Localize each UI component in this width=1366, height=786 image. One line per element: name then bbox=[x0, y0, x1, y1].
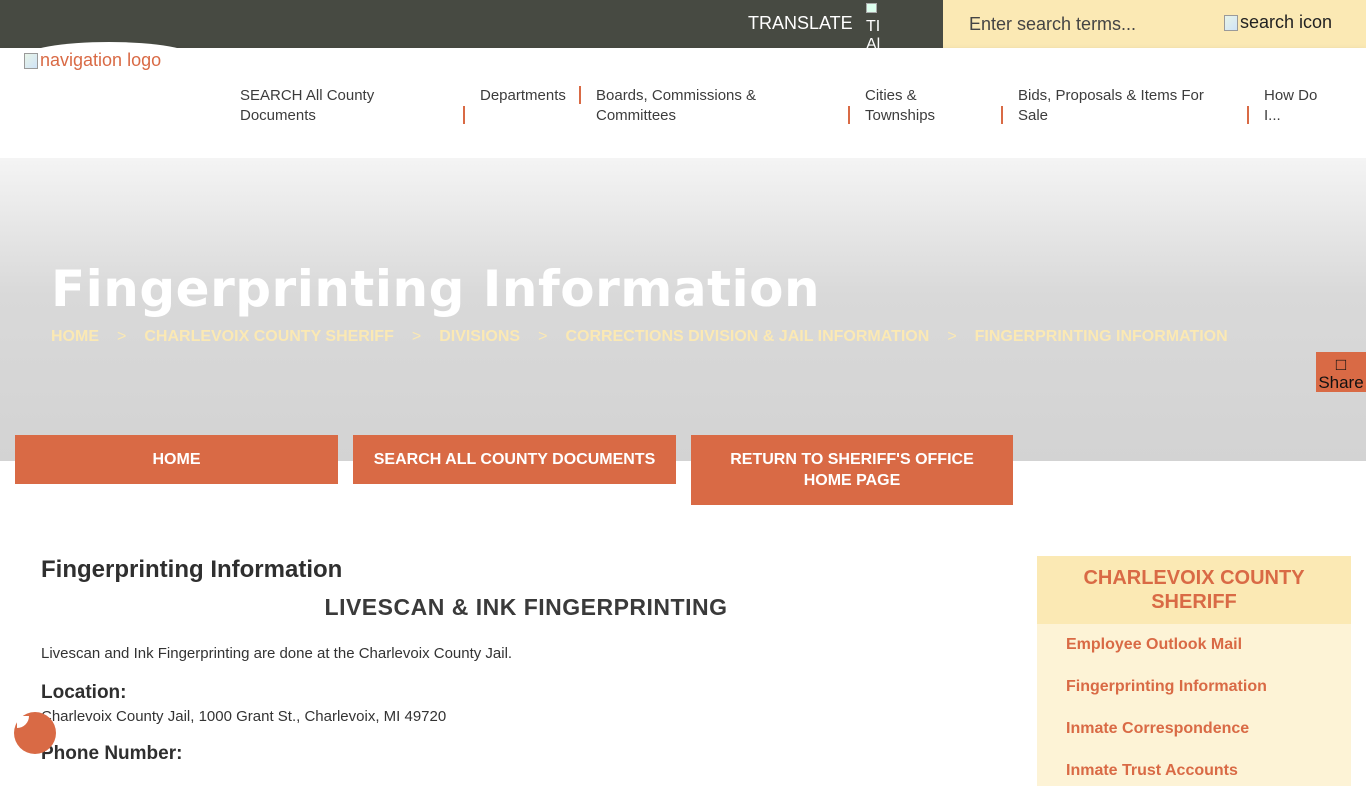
breadcrumb-separator: > bbox=[538, 328, 548, 345]
breadcrumb-separator: > bbox=[117, 328, 127, 345]
breadcrumb-separator: > bbox=[411, 328, 422, 345]
nav-item-label: SEARCH All County bbox=[240, 87, 375, 104]
nav-item-departments[interactable]: Departments bbox=[480, 86, 566, 106]
breadcrumb-current: FINGERPRINTING INFORMATION bbox=[974, 328, 1228, 345]
broken-image-icon bbox=[866, 3, 877, 13]
nav-item-label: How Do bbox=[1264, 87, 1318, 104]
content-heading: Fingerprinting Information bbox=[41, 556, 343, 583]
sidebar-heading-line: CHARLEVOIX COUNTY bbox=[1083, 567, 1305, 589]
nav-separator bbox=[848, 106, 850, 124]
return-sheriff-label: HOME PAGE bbox=[803, 472, 901, 489]
nav-separator bbox=[579, 86, 581, 104]
breadcrumb-home[interactable]: HOME bbox=[51, 328, 99, 346]
nav-item-boards[interactable]: Boards, Commissions & Committees bbox=[596, 86, 756, 126]
search-button[interactable]: search icon bbox=[1224, 12, 1332, 33]
nav-item-label: Documents bbox=[240, 107, 316, 124]
location-label: Location: bbox=[41, 682, 127, 703]
return-sheriff-label: RETURN TO SHERIFF'S OFFICE bbox=[730, 451, 974, 468]
top-bar: TRANSLATE TI Al bbox=[0, 0, 943, 48]
phone-label: Phone Number: bbox=[41, 743, 183, 764]
return-sheriff-button[interactable]: RETURN TO SHERIFF'S OFFICE HOME PAGE bbox=[691, 435, 1013, 505]
sidebar-item-fingerprinting[interactable]: Fingerprinting Information bbox=[1066, 678, 1267, 696]
sidebar-heading[interactable]: CHARLEVOIX COUNTY SHERIFF bbox=[1037, 556, 1351, 624]
nav-separator bbox=[1247, 106, 1249, 124]
nav-item-bids[interactable]: Bids, Proposals & Items For Sale bbox=[1018, 86, 1204, 126]
nav-item-cities[interactable]: Cities & Townships bbox=[865, 86, 935, 126]
breadcrumb-separator: > bbox=[947, 328, 957, 345]
accessibility-button[interactable] bbox=[14, 712, 56, 754]
breadcrumb-sheriff[interactable]: CHARLEVOIX COUNTY SHERIFF bbox=[144, 328, 394, 346]
main-content: Fingerprinting Information LIVESCAN & IN… bbox=[41, 556, 1011, 765]
translate-icon[interactable]: TI Al bbox=[866, 0, 884, 48]
search-bar: search icon bbox=[943, 0, 1366, 48]
translate-icon-alt: TI Al bbox=[866, 18, 881, 48]
breadcrumb-corrections[interactable]: CORRECTIONS DIVISION & JAIL INFORMATION bbox=[565, 328, 929, 346]
main-navigation: navigation logo SEARCH All County Docume… bbox=[0, 42, 1366, 158]
search-button-alt: search icon bbox=[1240, 12, 1333, 32]
share-label: Share bbox=[1318, 373, 1364, 392]
share-icon: □ bbox=[1335, 355, 1347, 374]
nav-item-how-do-i[interactable]: How Do I... bbox=[1264, 86, 1317, 126]
hero-banner: Fingerprinting Information HOME > CHARLE… bbox=[0, 158, 1366, 461]
search-input[interactable] bbox=[969, 10, 1229, 38]
accessibility-icon bbox=[17, 716, 29, 728]
nav-item-label: Cities & bbox=[865, 87, 917, 104]
breadcrumb-divisions[interactable]: DIVISIONS bbox=[439, 328, 520, 346]
nav-separator bbox=[1001, 106, 1003, 124]
section-heading: LIVESCAN & INK FINGERPRINTING bbox=[324, 594, 728, 620]
nav-item-search-documents[interactable]: SEARCH All County Documents bbox=[240, 86, 374, 126]
sidebar-item-employee-mail[interactable]: Employee Outlook Mail bbox=[1066, 636, 1242, 654]
logo-icon bbox=[24, 52, 38, 69]
sidebar: CHARLEVOIX COUNTY SHERIFF Employee Outlo… bbox=[1037, 556, 1351, 786]
navigation-logo[interactable]: navigation logo bbox=[24, 50, 161, 71]
sidebar-heading-line: SHERIFF bbox=[1151, 591, 1237, 613]
nav-item-label: Boards, Commissions & bbox=[596, 87, 757, 104]
intro-text: Livescan and Ink Fingerprinting are done… bbox=[41, 645, 513, 662]
translate-button[interactable]: TRANSLATE bbox=[748, 13, 853, 34]
nav-item-label: Departments bbox=[480, 87, 566, 104]
search-documents-button[interactable]: SEARCH ALL COUNTY DOCUMENTS bbox=[353, 435, 676, 484]
search-icon bbox=[1224, 14, 1238, 31]
logo-alt-text: navigation logo bbox=[40, 50, 162, 70]
nav-item-label: Bids, Proposals & Items For bbox=[1018, 87, 1204, 104]
share-button[interactable]: □ Share bbox=[1316, 352, 1366, 392]
nav-item-label: Committees bbox=[596, 107, 677, 124]
location-value: Charlevoix County Jail, 1000 Grant St., … bbox=[41, 708, 447, 725]
nav-item-label: Townships bbox=[865, 107, 936, 124]
nav-separator bbox=[463, 106, 465, 124]
nav-item-label: Sale bbox=[1018, 107, 1049, 124]
sidebar-item-inmate-trust[interactable]: Inmate Trust Accounts bbox=[1066, 762, 1238, 780]
sidebar-item-inmate-correspondence[interactable]: Inmate Correspondence bbox=[1066, 720, 1249, 738]
breadcrumb: HOME > CHARLEVOIX COUNTY SHERIFF > DIVIS… bbox=[51, 328, 1228, 346]
home-button[interactable]: HOME bbox=[15, 435, 338, 484]
nav-item-label: I... bbox=[1264, 107, 1281, 124]
page-title: Fingerprinting Information bbox=[51, 260, 821, 318]
